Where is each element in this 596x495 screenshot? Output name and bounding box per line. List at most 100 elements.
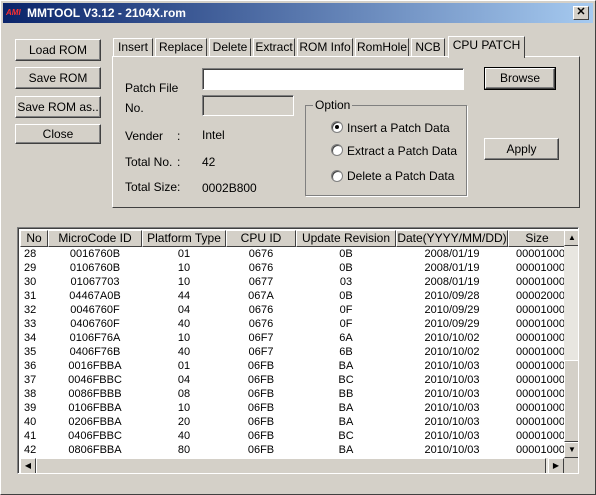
cell-microcode-id: 0406F76B [69,346,121,358]
cell-date: 2010/10/02 [424,332,480,344]
col-platform-type[interactable]: Platform Type [142,230,226,247]
cell-date: 2010/10/03 [424,388,480,400]
cell-size: 00001000 [516,374,565,386]
tab-extract[interactable]: Extract [253,38,295,56]
table-row[interactable]: 35 0406F76B 40 06F7 6B 2010/10/02 00001000 [20,345,566,359]
browse-button[interactable]: Browse [484,67,556,90]
cell-update-revision: BA [338,402,354,414]
cell-date: 2010/10/03 [424,402,480,414]
table-row[interactable]: 37 0046FBBC 04 06FB BC 2010/10/03 00001000 [20,373,566,387]
cell-cpu-id: 06FB [247,444,275,456]
total-size-separator: : [177,180,181,194]
cell-date: 2010/09/29 [424,304,480,316]
col-cpu-id[interactable]: CPU ID [226,230,296,247]
cell-cpu-id: 06FB [247,416,275,428]
horizontal-scrollbar[interactable]: ◀ ▶ [20,458,564,473]
cell-size: 00001000 [516,416,565,428]
table-row[interactable]: 36 0016FBBA 01 06FB BA 2010/10/03 00001000 [20,359,566,373]
vertical-scrollbar[interactable]: ▲ ▼ [564,230,578,458]
window-title: MMTOOL V3.12 - 2104X.rom [27,6,186,20]
cell-update-revision: 6B [339,346,353,358]
cell-no: 29 [24,262,37,274]
scroll-right-icon[interactable]: ▶ [548,458,564,473]
col-microcode-id[interactable]: MicroCode ID [48,230,142,247]
cell-cpu-id: 0676 [248,262,274,274]
cell-date: 2010/10/03 [424,416,480,428]
cell-no: 36 [24,360,37,372]
cell-microcode-id: 0406760F [70,318,120,330]
table-row[interactable]: 30 01067703 10 0677 03 2008/01/19 00001000 [20,275,566,289]
cell-no: 32 [24,304,37,316]
tab-ncb[interactable]: NCB [411,38,445,56]
tab-romhole[interactable]: RomHole [355,38,409,56]
apply-button[interactable]: Apply [484,138,559,160]
col-date[interactable]: Date(YYYY/MM/DD) [396,230,508,247]
table-row[interactable]: 42 0806FBBA 80 06FB BA 2010/10/03 00001000 [20,443,566,457]
cell-cpu-id: 0676 [248,318,274,330]
patch-file-input[interactable] [202,68,464,90]
horizontal-scroll-thumb[interactable] [36,458,546,473]
table-row[interactable]: 40 0206FBBA 20 06FB BA 2010/10/03 00001000 [20,415,566,429]
table-row[interactable]: 28 0016760B 01 0676 0B 2008/01/19 00001000 [20,247,566,261]
table-row[interactable]: 38 0086FBBB 08 06FB BB 2010/10/03 00001000 [20,387,566,401]
option-delete-label[interactable]: Delete a Patch Data [347,169,454,183]
scroll-corner [564,458,578,473]
save-rom-button[interactable]: Save ROM [15,67,101,89]
cell-no: 38 [24,388,37,400]
scroll-left-icon[interactable]: ◀ [20,458,36,473]
radio-extract-patch[interactable] [331,144,343,156]
table-row[interactable]: 39 0106FBBA 10 06FB BA 2010/10/03 00001000 [20,401,566,415]
cell-date: 2008/01/19 [424,262,480,274]
cell-size: 00001000 [516,430,565,442]
cell-date: 2008/01/19 [424,276,480,288]
tab-rom-info[interactable]: ROM Info [297,38,353,56]
cell-cpu-id: 0676 [248,248,274,260]
table-row[interactable]: 29 0106760B 10 0676 0B 2008/01/19 00001000 [20,261,566,275]
no-label: No. [125,101,144,115]
save-rom-as-button[interactable]: Save ROM as.. [15,96,101,118]
scroll-up-icon[interactable]: ▲ [564,230,578,246]
vender-value: Intel [202,128,225,142]
radio-delete-patch[interactable] [331,170,343,182]
cell-cpu-id: 06F7 [248,346,274,358]
cell-cpu-id: 0676 [248,304,274,316]
option-insert-label[interactable]: Insert a Patch Data [347,121,450,135]
close-rom-button[interactable]: Close [15,124,101,144]
close-window-button[interactable]: ✕ [573,6,589,20]
tab-cpu-patch[interactable]: CPU PATCH [448,36,525,58]
cell-update-revision: BA [338,360,354,372]
col-update-revision[interactable]: Update Revision [296,230,396,247]
table-row[interactable]: 33 0406760F 40 0676 0F 2010/09/29 00001000 [20,317,566,331]
cell-size: 00001000 [516,276,565,288]
option-extract-label[interactable]: Extract a Patch Data [347,144,457,158]
vertical-scroll-thumb[interactable] [564,360,578,442]
cell-size: 00001000 [516,346,565,358]
total-no-value: 42 [202,155,216,169]
table-row[interactable]: 41 0406FBBC 40 06FB BC 2010/10/03 00001000 [20,429,566,443]
cell-platform-type: 44 [177,290,191,302]
load-rom-button[interactable]: Load ROM [15,39,101,61]
col-size[interactable]: Size [508,230,566,247]
no-input[interactable] [202,95,294,116]
cell-date: 2010/10/02 [424,346,480,358]
cell-update-revision: 0F [339,304,353,316]
cell-microcode-id: 0016FBBA [68,360,122,372]
cell-cpu-id: 06FB [247,402,275,414]
cell-update-revision: 0B [339,248,353,260]
table-row[interactable]: 31 04467A0B 44 067A 0B 2010/09/28 00002000 [20,289,566,303]
vender-label: Vender [125,129,164,143]
tab-replace[interactable]: Replace [155,38,207,56]
cell-update-revision: 0F [339,318,353,330]
cell-no: 35 [24,346,37,358]
table-row[interactable]: 32 0046760F 04 0676 0F 2010/09/29 00001000 [20,303,566,317]
scroll-down-icon[interactable]: ▼ [564,442,578,458]
cell-update-revision: BB [338,388,354,400]
microcode-table: No MicroCode ID Platform Type CPU ID Upd… [17,227,579,474]
table-row[interactable]: 34 0106F76A 10 06F7 6A 2010/10/02 00001000 [20,331,566,345]
cell-microcode-id: 0086FBBB [68,388,122,400]
tab-delete[interactable]: Delete [209,38,251,56]
col-no[interactable]: No [20,230,48,247]
cell-cpu-id: 06F7 [248,332,274,344]
radio-insert-patch[interactable] [331,121,343,133]
tab-insert[interactable]: Insert [113,38,153,56]
